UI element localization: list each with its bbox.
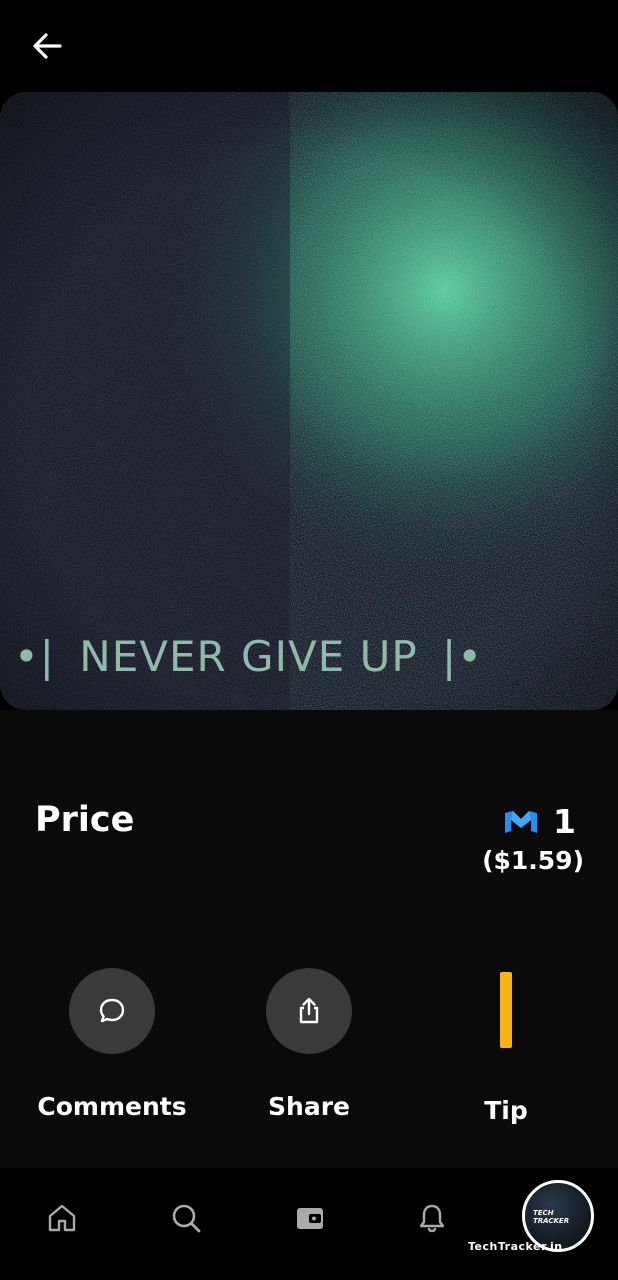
price-value: 1 <box>553 802 576 841</box>
comments-label: Comments <box>37 1092 187 1121</box>
wallet-icon <box>297 1208 323 1229</box>
price-amount: 1 <box>503 802 576 841</box>
search-icon <box>172 1204 201 1233</box>
bell-icon <box>419 1204 445 1233</box>
price-label: Price <box>35 800 135 840</box>
back-button[interactable] <box>28 26 68 66</box>
nav-notifications[interactable] <box>408 1194 456 1242</box>
share-button[interactable] <box>266 968 352 1054</box>
tip-label: Tip <box>484 1096 528 1125</box>
nav-home[interactable] <box>38 1194 86 1242</box>
avatar-label: TECH TRACKER <box>533 1209 570 1225</box>
nav-wallet[interactable] <box>286 1194 334 1242</box>
tip-bar-icon <box>500 972 512 1048</box>
tip-action[interactable]: Tip <box>416 968 596 1125</box>
share-label: Share <box>268 1092 350 1121</box>
top-bar <box>0 0 618 92</box>
share-icon <box>299 997 319 1024</box>
comments-action[interactable]: Comments <box>22 968 202 1121</box>
right-ornament: |• <box>442 632 483 681</box>
left-ornament: •| <box>14 632 55 681</box>
bottom-navigation: TECH TRACKER <box>0 1168 618 1280</box>
share-action[interactable]: Share <box>219 968 399 1121</box>
arrow-left-icon <box>33 33 62 59</box>
tip-button[interactable] <box>416 972 596 1058</box>
price-usd: ($1.59) <box>482 846 584 875</box>
watermark: TechTracker.in <box>468 1240 563 1253</box>
artwork-caption: •| NEVER GIVE UP |• <box>0 632 618 681</box>
artwork-title: NEVER GIVE UP <box>79 632 418 681</box>
nav-search[interactable] <box>162 1194 210 1242</box>
comment-icon <box>99 998 125 1023</box>
artwork-image: •| NEVER GIVE UP |• <box>0 92 618 710</box>
polygon-matic-icon <box>505 810 538 833</box>
comments-button[interactable] <box>69 968 155 1054</box>
home-icon <box>48 1204 76 1232</box>
